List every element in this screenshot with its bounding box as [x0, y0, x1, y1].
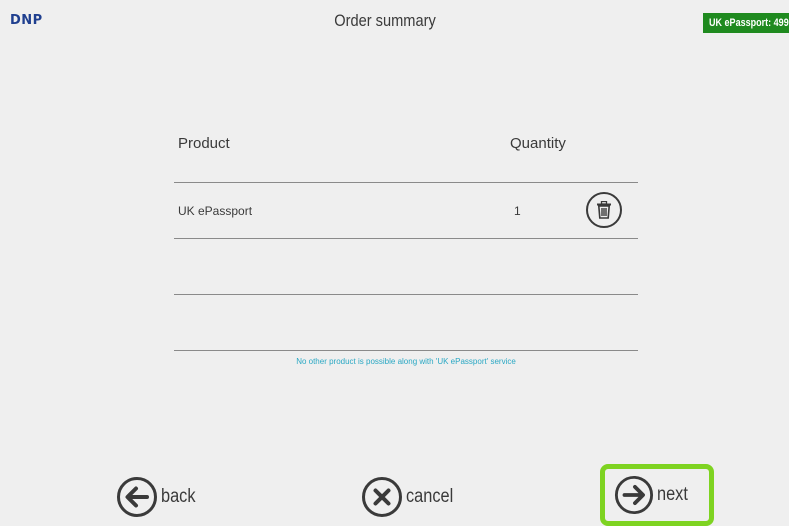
arrow-left-icon	[117, 477, 157, 517]
cancel-label: cancel	[406, 486, 454, 507]
delete-item-button[interactable]	[586, 192, 622, 228]
next-button[interactable]: next	[600, 464, 714, 526]
table-row: UK ePassport 1	[174, 183, 638, 239]
service-badge: UK ePassport: 4998	[703, 13, 789, 33]
table-row	[174, 239, 638, 295]
order-table: Product Quantity UK ePassport 1	[174, 130, 638, 351]
table-header: Product Quantity	[174, 130, 638, 183]
back-label: back	[161, 486, 196, 507]
brand-logo: DNP	[10, 13, 43, 28]
close-circle-icon	[362, 477, 402, 517]
product-quantity: 1	[514, 204, 521, 218]
next-label: next	[657, 484, 688, 505]
page-title: Order summary	[334, 11, 436, 30]
arrow-right-icon	[614, 475, 654, 515]
cancel-button[interactable]: cancel	[361, 476, 461, 518]
column-header-quantity: Quantity	[510, 135, 566, 152]
table-row	[174, 295, 638, 351]
trash-icon	[597, 201, 611, 219]
info-note: No other product is possible along with …	[296, 357, 516, 366]
back-button[interactable]: back	[116, 476, 201, 518]
product-name: UK ePassport	[178, 204, 253, 218]
column-header-product: Product	[178, 135, 230, 152]
service-badge-label: UK ePassport: 4998	[709, 17, 789, 29]
